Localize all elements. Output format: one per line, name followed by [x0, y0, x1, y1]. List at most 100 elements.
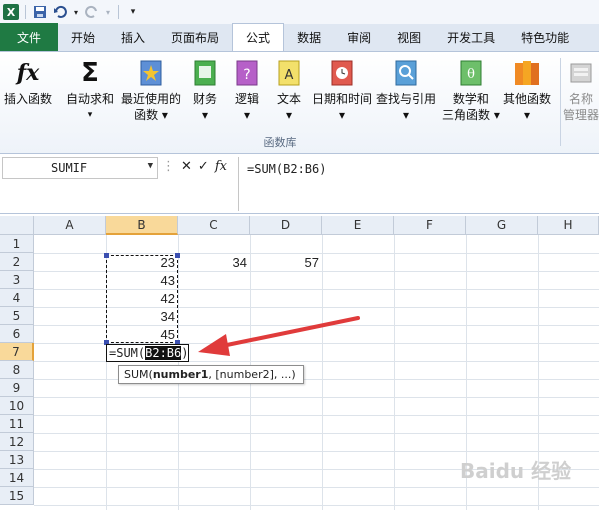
group-separator	[560, 58, 561, 146]
button-sub: ▾	[87, 110, 93, 120]
resize-handle-icon[interactable]: ⋮	[162, 159, 175, 174]
annotation-arrow-icon	[198, 316, 360, 356]
tooltip-fn: SUM(	[124, 368, 153, 381]
separator	[118, 5, 119, 19]
name-box-dropdown-icon[interactable]: ▼	[148, 161, 153, 171]
save-icon[interactable]	[32, 4, 48, 20]
tab-developer[interactable]: 开发工具	[434, 24, 508, 51]
row-header[interactable]: 12	[0, 433, 34, 451]
financial-button[interactable]: 财务 ▾	[190, 58, 220, 123]
function-argument-tooltip[interactable]: SUM(number1, [number2], ...)	[118, 365, 304, 384]
select-all-corner[interactable]	[0, 216, 34, 235]
customize-qat-icon[interactable]: ▾	[125, 4, 141, 20]
tab-review[interactable]: 审阅	[334, 24, 384, 51]
more-functions-button[interactable]: 其他函数 ▾	[503, 58, 551, 123]
tab-formulas[interactable]: 公式	[232, 23, 285, 51]
autosum-button[interactable]: Σ 自动求和 ▾	[66, 58, 114, 123]
row-header[interactable]: 8	[0, 361, 34, 379]
undo-dropdown-icon[interactable]: ▾	[72, 4, 80, 20]
formula-range-ref: B2:B6	[145, 346, 182, 360]
row-header[interactable]: 15	[0, 487, 34, 505]
button-sub: ▾	[243, 108, 251, 122]
formula-buttons: ⋮ ✕ ✓ fx	[162, 159, 227, 174]
row-header[interactable]: 13	[0, 451, 34, 469]
row-header[interactable]: 6	[0, 325, 34, 343]
column-header[interactable]: F	[394, 216, 466, 235]
undo-icon[interactable]	[52, 4, 68, 20]
quick-access-toolbar: X ▾ ▾ ▾	[0, 0, 599, 24]
name-manager-button[interactable]: 名称 管理器	[563, 58, 599, 123]
name-box[interactable]: SUMIF ▼	[2, 157, 158, 179]
row-header[interactable]: 5	[0, 307, 34, 325]
button-sub: ▾	[402, 108, 410, 122]
excel-logo-icon: X	[3, 4, 19, 20]
range-handle[interactable]	[104, 253, 109, 258]
separator	[25, 5, 26, 19]
formula-bar: SUMIF ▼ ⋮ ✕ ✓ fx =SUM(B2:B6)	[0, 155, 599, 214]
button-sub: ▾	[523, 108, 531, 122]
button-label: 逻辑	[234, 92, 259, 106]
tab-insert[interactable]: 插入	[108, 24, 158, 51]
range-marquee	[106, 255, 178, 343]
gridline	[34, 415, 599, 416]
insert-function-icon[interactable]: fx	[215, 159, 227, 174]
button-label: 查找与引用	[376, 92, 437, 106]
redo-dropdown-icon[interactable]: ▾	[104, 4, 112, 20]
formula-suffix: )	[181, 346, 189, 360]
text-button[interactable]: A 文本 ▾	[274, 58, 304, 123]
lookup-reference-button[interactable]: 查找与引用 ▾	[376, 58, 436, 123]
column-header[interactable]: B	[106, 216, 178, 235]
row-header[interactable]: 7	[0, 343, 34, 361]
math-book-icon: θ	[456, 58, 486, 88]
ribbon-tabs: 文件 开始 插入 页面布局 公式 数据 审阅 视图 开发工具 特色功能	[0, 23, 599, 52]
column-header[interactable]: G	[466, 216, 538, 235]
column-header[interactable]: A	[34, 216, 106, 235]
row-header[interactable]: 2	[0, 253, 34, 271]
recently-used-button[interactable]: 最近使用的 函数 ▾	[121, 58, 181, 123]
redo-icon[interactable]	[84, 4, 100, 20]
button-sub: 三角函数 ▾	[442, 108, 500, 122]
date-time-book-icon	[327, 58, 357, 88]
column-header[interactable]: C	[178, 216, 250, 235]
column-header[interactable]: E	[322, 216, 394, 235]
cancel-icon[interactable]: ✕	[181, 159, 192, 174]
column-header[interactable]: D	[250, 216, 322, 235]
tab-file[interactable]: 文件	[0, 23, 58, 51]
row-header[interactable]: 11	[0, 415, 34, 433]
name-box-value: SUMIF	[51, 161, 88, 175]
range-handle[interactable]	[175, 253, 180, 258]
button-label: 名称	[568, 92, 593, 106]
button-sub: ▾	[338, 108, 346, 122]
tab-page-layout[interactable]: 页面布局	[158, 24, 232, 51]
more-functions-books-icon	[512, 58, 542, 88]
date-time-button[interactable]: 日期和时间 ▾	[312, 58, 372, 123]
tab-view[interactable]: 视图	[384, 24, 434, 51]
svg-text:?: ?	[243, 67, 250, 83]
cell-c2[interactable]: 34	[178, 254, 250, 272]
row-header[interactable]: 10	[0, 397, 34, 415]
cell-b7-editor[interactable]: =SUM(B2:B6)	[106, 344, 190, 362]
watermark: Baidu 经验	[460, 459, 572, 483]
formula-input[interactable]: =SUM(B2:B6)	[238, 157, 598, 211]
tab-data[interactable]: 数据	[284, 24, 334, 51]
logical-button[interactable]: ? 逻辑 ▾	[232, 58, 262, 123]
cell-d2[interactable]: 57	[250, 254, 322, 272]
gridline	[34, 451, 599, 452]
button-sub: 管理器	[563, 108, 599, 122]
svg-text:A: A	[285, 68, 294, 83]
column-header[interactable]: H	[538, 216, 599, 235]
math-trig-button[interactable]: θ 数学和 三角函数 ▾	[442, 58, 500, 123]
insert-function-button[interactable]: fx 插入函数	[4, 58, 52, 107]
tooltip-rest: , [number2], ...)	[208, 368, 296, 381]
gridline	[34, 433, 599, 434]
enter-icon[interactable]: ✓	[198, 159, 209, 174]
gridline	[34, 397, 599, 398]
row-header[interactable]: 3	[0, 271, 34, 289]
tab-special-features[interactable]: 特色功能	[508, 24, 582, 51]
row-header[interactable]: 9	[0, 379, 34, 397]
row-header[interactable]: 14	[0, 469, 34, 487]
row-header[interactable]: 1	[0, 235, 34, 253]
tab-home[interactable]: 开始	[58, 24, 108, 51]
row-header[interactable]: 4	[0, 289, 34, 307]
button-label: 日期和时间	[312, 92, 373, 106]
